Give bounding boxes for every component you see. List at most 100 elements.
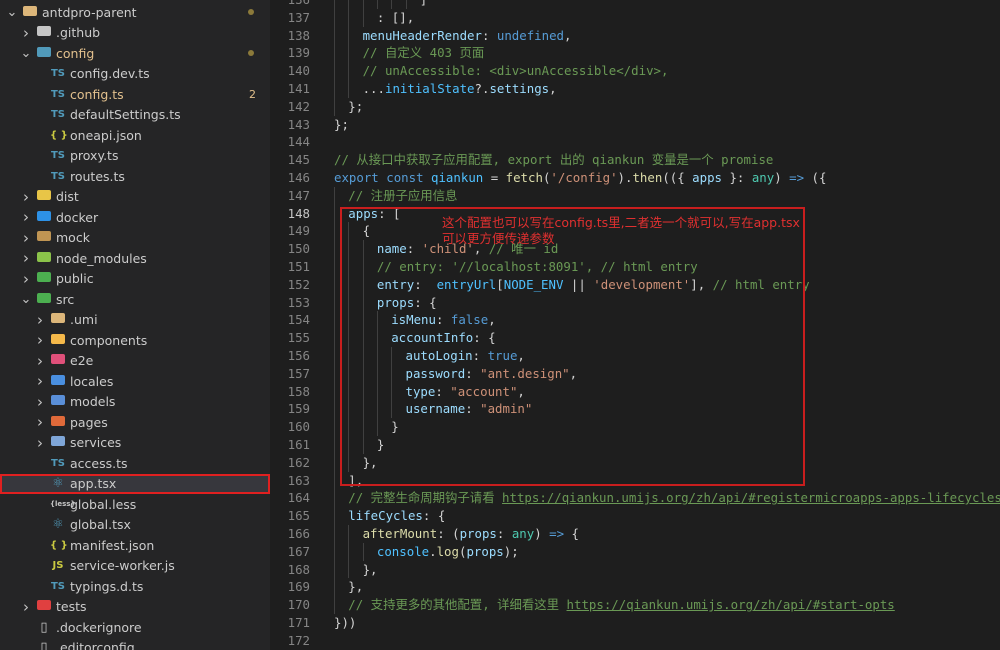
code-line[interactable]: 143}; bbox=[270, 116, 1000, 134]
code-line[interactable]: 168}, bbox=[270, 560, 1000, 579]
annotation-text-line2: 可以更方便传递参数 bbox=[442, 231, 555, 246]
explorer-item[interactable]: › components bbox=[0, 330, 270, 351]
code-line[interactable]: 171})) bbox=[270, 614, 1000, 632]
line-number: 139 bbox=[287, 45, 310, 61]
line-number: 146 bbox=[287, 170, 310, 185]
explorer-item[interactable]: › e2e bbox=[0, 351, 270, 372]
line-number: 168 bbox=[287, 561, 310, 577]
less-file-icon: {less} bbox=[50, 500, 76, 509]
code-line[interactable]: 164 // 完整生命周期钩子请看 https://qiankun.umijs.o… bbox=[270, 489, 1000, 508]
explorer-item-label: antdpro-parent bbox=[42, 4, 137, 20]
explorer-item-label: node_modules bbox=[56, 250, 147, 266]
indent-guide bbox=[334, 400, 335, 419]
explorer-item[interactable]: › .umi bbox=[0, 310, 270, 331]
indent-guide bbox=[334, 542, 335, 561]
code-line[interactable]: 144 bbox=[270, 133, 1000, 151]
code-line[interactable]: 138 menuHeaderRender: undefined, bbox=[270, 26, 1000, 45]
code-text: ] bbox=[420, 0, 427, 9]
code-text: lifeCycles: { bbox=[348, 508, 446, 524]
folder-icon bbox=[36, 272, 52, 285]
explorer-item[interactable]: TS typings.d.ts bbox=[0, 576, 270, 597]
explorer-item[interactable]: TS defaultSettings.ts bbox=[0, 105, 270, 126]
explorer-item[interactable]: › services bbox=[0, 433, 270, 454]
chevron-right-icon: › bbox=[37, 310, 43, 329]
explorer-item[interactable]: ⚛ global.tsx bbox=[0, 515, 270, 536]
code-line[interactable]: 170 // 支持更多的其他配置, 详细看这里 https://qiankun.u… bbox=[270, 596, 1000, 614]
code-line[interactable]: 169}, bbox=[270, 578, 1000, 597]
indent-guide bbox=[334, 44, 335, 63]
folder-icon bbox=[50, 436, 66, 449]
line-number: 143 bbox=[287, 116, 310, 132]
ts-file-icon: TS bbox=[50, 170, 66, 182]
line-number: 153 bbox=[287, 294, 310, 310]
explorer-item[interactable]: TS access.ts bbox=[0, 453, 270, 474]
explorer-item[interactable]: TS config.ts 2 bbox=[0, 84, 270, 105]
react-file-icon: ⚛ bbox=[52, 476, 64, 492]
explorer-item[interactable]: TS config.dev.ts bbox=[0, 64, 270, 85]
explorer-item[interactable]: { } manifest.json bbox=[0, 535, 270, 556]
code-line[interactable]: 136] bbox=[270, 0, 1000, 9]
explorer-item-label: access.ts bbox=[70, 455, 128, 471]
explorer-item[interactable]: {less} global.less bbox=[0, 494, 270, 515]
explorer-item[interactable]: TS proxy.ts bbox=[0, 146, 270, 167]
code-text: afterMount: (props: any) => { bbox=[362, 526, 579, 541]
explorer-item[interactable]: › node_modules bbox=[0, 248, 270, 269]
explorer-item[interactable]: JS service-worker.js bbox=[0, 556, 270, 577]
explorer-item[interactable]: TS routes.ts bbox=[0, 166, 270, 187]
code-line[interactable]: 141 ...initialState?.settings, bbox=[270, 80, 1000, 98]
explorer-item[interactable]: { } oneapi.json bbox=[0, 125, 270, 146]
explorer-item-label: .umi bbox=[70, 312, 98, 328]
line-number: 154 bbox=[287, 312, 310, 328]
chevron-right-icon: › bbox=[23, 249, 29, 268]
line-number: 151 bbox=[287, 259, 310, 274]
code-line[interactable]: 139 // 自定义 403 页面 bbox=[270, 44, 1000, 63]
indent-guide bbox=[334, 80, 335, 98]
explorer-item[interactable]: ⌄ antdpro-parent bbox=[0, 2, 270, 23]
code-line[interactable]: 142}; bbox=[270, 97, 1000, 116]
line-number: 156 bbox=[287, 348, 310, 363]
code-text: }, bbox=[348, 579, 364, 595]
explorer-item[interactable]: › mock bbox=[0, 228, 270, 249]
explorer-item[interactable]: ⚛ app.tsx bbox=[0, 473, 270, 494]
code-line[interactable]: 165 lifeCycles: { bbox=[270, 507, 1000, 525]
line-number: 169 bbox=[287, 579, 310, 595]
code-line[interactable]: 137: [], bbox=[270, 8, 1000, 27]
code-line[interactable]: 166 afterMount: (props: any) => { bbox=[270, 525, 1000, 543]
explorer-item-label: public bbox=[56, 271, 94, 287]
explorer-item[interactable]: › locales bbox=[0, 371, 270, 392]
indent-guide bbox=[362, 0, 364, 9]
explorer-item[interactable]: › docker bbox=[0, 207, 270, 228]
chevron-right-icon: › bbox=[37, 413, 43, 432]
explorer-item[interactable]: ▯ .dockerignore bbox=[0, 617, 270, 638]
code-line[interactable]: 172 bbox=[270, 632, 1000, 650]
explorer-item[interactable]: › .github bbox=[0, 23, 270, 44]
explorer-item[interactable]: ▯ .editorconfig bbox=[0, 638, 270, 650]
explorer-item-label: global.tsx bbox=[70, 517, 131, 533]
explorer-item[interactable]: › models bbox=[0, 392, 270, 413]
indent-guide bbox=[334, 560, 335, 579]
chevron-right-icon: › bbox=[23, 23, 29, 42]
folder-icon bbox=[36, 190, 52, 203]
code-text: // 完整生命周期钩子请看 https://qiankun.umijs.org/… bbox=[348, 490, 1000, 506]
code-line[interactable]: 140 // unAccessible: <div>unAccessible</d… bbox=[270, 62, 1000, 80]
chevron-right-icon: › bbox=[23, 269, 29, 288]
explorer-item[interactable]: › tests bbox=[0, 597, 270, 618]
explorer-item[interactable]: › pages bbox=[0, 412, 270, 433]
indent-guide bbox=[348, 8, 350, 27]
chevron-right-icon: › bbox=[37, 372, 43, 391]
explorer-item-label: pages bbox=[70, 414, 108, 430]
code-line[interactable]: 167 console.log(props); bbox=[270, 542, 1000, 561]
code-line[interactable]: 147 // 注册子应用信息 bbox=[270, 186, 1000, 205]
explorer-item[interactable]: › public bbox=[0, 269, 270, 290]
indent-guide bbox=[334, 26, 335, 45]
file-file-icon: ▯ bbox=[40, 640, 48, 650]
explorer-item[interactable]: › dist bbox=[0, 187, 270, 208]
ts-file-icon: TS bbox=[50, 88, 66, 100]
code-line[interactable]: 146 export const qiankun = fetch('/config… bbox=[270, 169, 1000, 187]
explorer-item[interactable]: ⌄ config bbox=[0, 43, 270, 64]
code-line[interactable]: 145 // 从接口中获取子应用配置, export 出的 qiankun 变量是… bbox=[270, 151, 1000, 169]
chevron-right-icon: › bbox=[37, 351, 43, 370]
indent-guide bbox=[334, 364, 335, 383]
explorer-item[interactable]: ⌄ src bbox=[0, 289, 270, 310]
line-number: 164 bbox=[287, 490, 310, 506]
